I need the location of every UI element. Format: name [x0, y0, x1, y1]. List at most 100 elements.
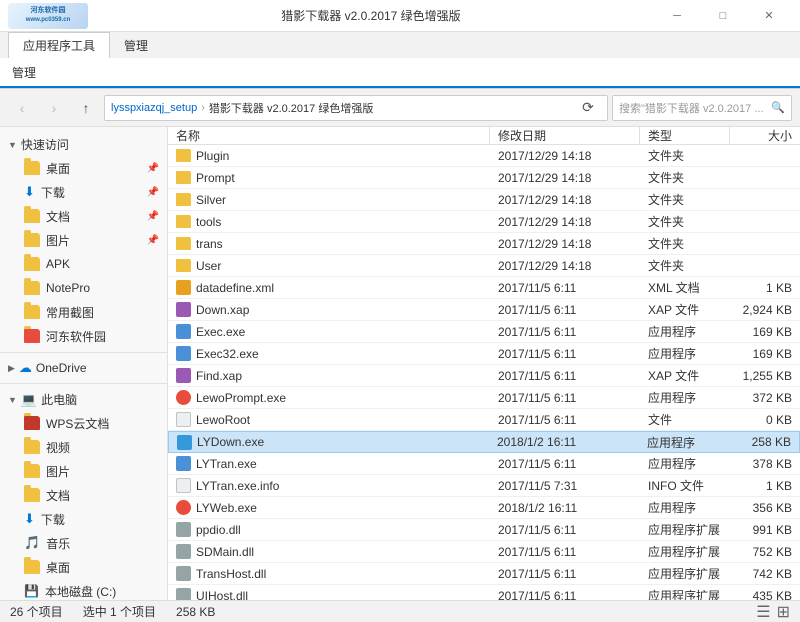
file-cell-type: 应用程序: [640, 389, 730, 406]
refresh-button[interactable]: ⟳: [575, 95, 601, 121]
search-icon[interactable]: 🔍: [771, 101, 785, 114]
address-bar[interactable]: lysspxiazqj_setup › 猎影下载器 v2.0.2017 绿色增强…: [104, 95, 608, 121]
table-row[interactable]: Find.xap 2017/11/5 6:11 XAP 文件 1,255 KB: [168, 365, 800, 387]
file-name: LewoPrompt.exe: [196, 391, 286, 405]
folder-icon: [24, 257, 40, 271]
status-selected: 选中 1 个项目: [83, 603, 156, 620]
sidebar-item-docs-1[interactable]: 文档 📌: [0, 204, 167, 228]
table-row[interactable]: LewoRoot 2017/11/5 6:11 文件 0 KB: [168, 409, 800, 431]
search-bar[interactable]: 搜索"猎影下载器 v2.0.2017 ... 🔍: [612, 95, 792, 121]
breadcrumb-item-1[interactable]: lysspxiazqj_setup: [111, 102, 197, 114]
exe-icon: [176, 324, 191, 339]
ribbon-tab-tools[interactable]: 应用程序工具: [8, 32, 110, 58]
file-cell-name: tools: [168, 215, 490, 229]
table-row[interactable]: LYWeb.exe 2018/1/2 16:11 应用程序 356 KB: [168, 497, 800, 519]
ribbon-tab-manage[interactable]: 管理: [110, 32, 162, 58]
sidebar-item-video[interactable]: 视频: [0, 435, 167, 459]
sidebar-item-notepro[interactable]: NotePro: [0, 276, 167, 300]
sidebar-section-onedrive: ▶ ☁ OneDrive: [0, 357, 167, 379]
grid-view-button[interactable]: ⊞: [777, 602, 790, 622]
file-cell-name: Prompt: [168, 171, 490, 185]
table-row[interactable]: LewoPrompt.exe 2017/11/5 6:11 应用程序 372 K…: [168, 387, 800, 409]
table-row[interactable]: Plugin 2017/12/29 14:18 文件夹: [168, 145, 800, 167]
table-row[interactable]: trans 2017/12/29 14:18 文件夹: [168, 233, 800, 255]
col-header-size[interactable]: 大小: [730, 127, 800, 144]
title-bar-left: 河东软件园www.pc0359.cn: [8, 3, 88, 29]
table-row[interactable]: UIHost.dll 2017/11/5 6:11 应用程序扩展 435 KB: [168, 585, 800, 600]
table-row[interactable]: Exec.exe 2017/11/5 6:11 应用程序 169 KB: [168, 321, 800, 343]
table-row[interactable]: datadefine.xml 2017/11/5 6:11 XML 文档 1 K…: [168, 277, 800, 299]
sidebar-item-docs-2[interactable]: 文档: [0, 483, 167, 507]
lydown-icon: [177, 435, 192, 450]
window-controls: ─ □ ✕: [654, 0, 792, 32]
col-header-name[interactable]: 名称: [168, 127, 490, 144]
table-row[interactable]: Down.xap 2017/11/5 6:11 XAP 文件 2,924 KB: [168, 299, 800, 321]
xml-icon: [176, 280, 191, 295]
table-row[interactable]: LYTran.exe.info 2017/11/5 7:31 INFO 文件 1…: [168, 475, 800, 497]
file-cell-date: 2017/12/29 14:18: [490, 259, 640, 273]
sidebar-item-label: WPS云文档: [46, 415, 109, 432]
table-row[interactable]: LYTran.exe 2017/11/5 6:11 应用程序 378 KB: [168, 453, 800, 475]
table-row[interactable]: Prompt 2017/12/29 14:18 文件夹: [168, 167, 800, 189]
sidebar-item-label: 常用截图: [46, 304, 94, 321]
table-row[interactable]: tools 2017/12/29 14:18 文件夹: [168, 211, 800, 233]
forward-button[interactable]: ›: [40, 94, 68, 122]
sidebar-group-this-pc[interactable]: ▼ 💻 此电脑: [0, 388, 167, 411]
list-view-button[interactable]: ☰: [756, 602, 770, 622]
col-header-type[interactable]: 类型: [640, 127, 730, 144]
sidebar-item-hedong[interactable]: 河东软件园: [0, 324, 167, 348]
exe-icon: [176, 456, 191, 471]
file-cell-type: XAP 文件: [640, 367, 730, 384]
sidebar-item-drive-c[interactable]: 💾 本地磁盘 (C:): [0, 579, 167, 600]
sidebar-item-pictures-1[interactable]: 图片 📌: [0, 228, 167, 252]
file-name: ppdio.dll: [196, 523, 241, 537]
sidebar-item-download-1[interactable]: ⬇ 下载 📌: [0, 180, 167, 204]
sidebar-item-label: 图片: [46, 232, 70, 249]
file-cell-date: 2017/11/5 7:31: [490, 479, 640, 493]
close-button[interactable]: ✕: [746, 0, 792, 32]
file-name: Exec32.exe: [196, 347, 259, 361]
table-row[interactable]: LYDown.exe 2018/1/2 16:11 应用程序 258 KB: [168, 431, 800, 453]
table-row[interactable]: Silver 2017/12/29 14:18 文件夹: [168, 189, 800, 211]
maximize-button[interactable]: □: [700, 0, 746, 32]
sidebar-item-apk[interactable]: APK: [0, 252, 167, 276]
table-row[interactable]: TransHost.dll 2017/11/5 6:11 应用程序扩展 742 …: [168, 563, 800, 585]
sidebar-item-desktop-2[interactable]: 桌面: [0, 555, 167, 579]
sidebar-item-desktop-1[interactable]: 桌面 📌: [0, 156, 167, 180]
col-header-date[interactable]: 修改日期: [490, 127, 640, 144]
sidebar-item-music[interactable]: 🎵 音乐: [0, 531, 167, 555]
table-row[interactable]: SDMain.dll 2017/11/5 6:11 应用程序扩展 752 KB: [168, 541, 800, 563]
table-row[interactable]: Exec32.exe 2017/11/5 6:11 应用程序 169 KB: [168, 343, 800, 365]
file-cell-type: 文件夹: [640, 191, 730, 208]
folder-icon-wps: [24, 416, 40, 430]
file-cell-date: 2018/1/2 16:11: [490, 501, 640, 515]
status-bar: 26 个项目 选中 1 个项目 258 KB ☰ ⊞: [0, 600, 800, 622]
expand-icon-this-pc: ▼: [8, 395, 17, 405]
sidebar-item-download-2[interactable]: ⬇ 下载: [0, 507, 167, 531]
sidebar-item-pictures-2[interactable]: 图片: [0, 459, 167, 483]
back-button[interactable]: ‹: [8, 94, 36, 122]
table-row[interactable]: User 2017/12/29 14:18 文件夹: [168, 255, 800, 277]
file-name: LewoRoot: [196, 413, 250, 427]
file-cell-size: 258 KB: [729, 435, 799, 449]
lewo-icon: [176, 390, 191, 405]
file-cell-type: 文件夹: [640, 169, 730, 186]
sidebar-group-quick-access[interactable]: ▼ 快速访问: [0, 133, 167, 156]
file-cell-name: Exec.exe: [168, 324, 490, 339]
file-cell-date: 2017/11/5 6:11: [490, 589, 640, 601]
sidebar-item-wps[interactable]: WPS云文档: [0, 411, 167, 435]
up-button[interactable]: ↑: [72, 94, 100, 122]
table-row[interactable]: ppdio.dll 2017/11/5 6:11 应用程序扩展 991 KB: [168, 519, 800, 541]
file-cell-type: 文件夹: [640, 257, 730, 274]
file-cell-name: TransHost.dll: [168, 566, 490, 581]
file-cell-date: 2017/12/29 14:18: [490, 171, 640, 185]
pin-icon: 📌: [147, 187, 159, 198]
file-cell-size: 169 KB: [730, 347, 800, 361]
music-icon: 🎵: [24, 535, 40, 551]
main-area: ▼ 快速访问 桌面 📌 ⬇ 下载 📌 文档 📌 图片 📌: [0, 127, 800, 600]
sidebar-item-label: 视频: [46, 439, 70, 456]
sidebar-item-screenshots[interactable]: 常用截图: [0, 300, 167, 324]
minimize-button[interactable]: ─: [654, 0, 700, 32]
file-cell-size: 1 KB: [730, 281, 800, 295]
sidebar-group-onedrive[interactable]: ▶ ☁ OneDrive: [0, 357, 167, 379]
